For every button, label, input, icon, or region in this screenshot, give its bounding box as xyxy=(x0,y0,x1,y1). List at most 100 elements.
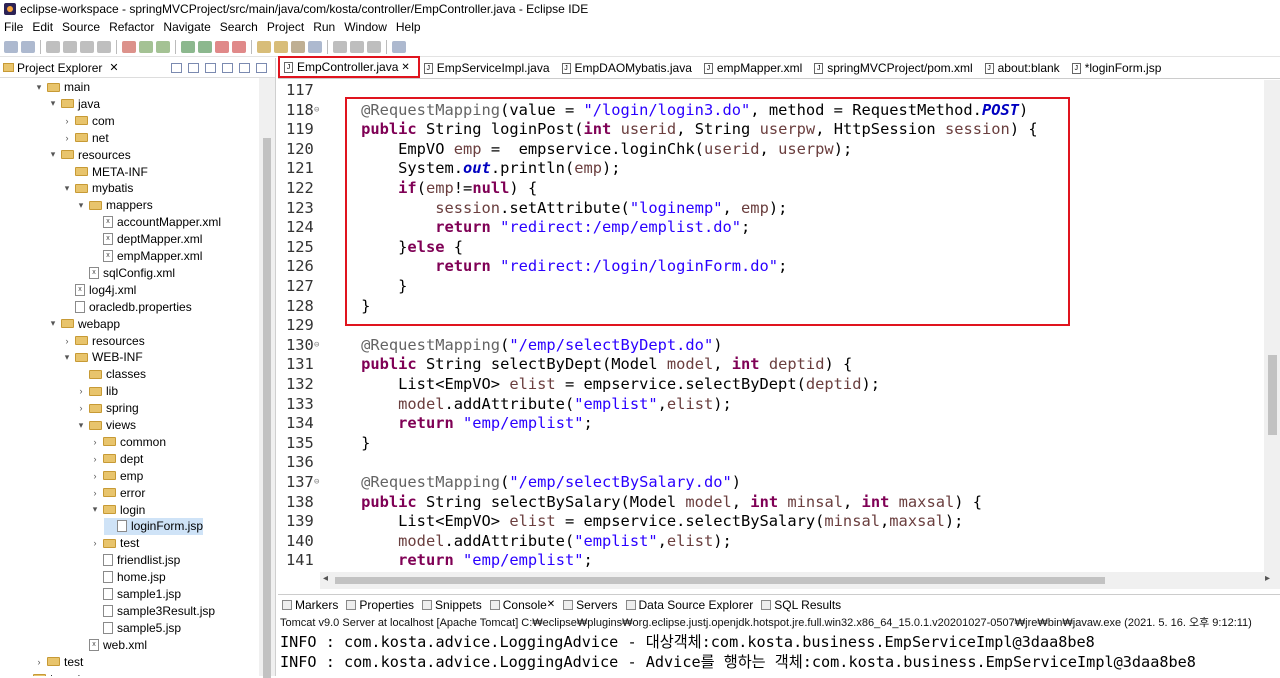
toolbar-button-icon[interactable] xyxy=(367,40,381,53)
toolbar-button-icon[interactable] xyxy=(350,40,364,53)
chevron-right-icon[interactable]: › xyxy=(62,336,72,346)
close-icon[interactable]: ✕ xyxy=(401,62,409,73)
code-line[interactable]: 125 }else { xyxy=(278,238,1280,258)
toolbar-button-icon[interactable] xyxy=(392,40,406,53)
toolbar-button-icon[interactable] xyxy=(232,40,246,53)
tree-item[interactable]: ▾ mappers xyxy=(76,197,153,214)
tree-item[interactable]: ▾ login xyxy=(90,501,146,518)
toolbar-button-icon[interactable] xyxy=(139,40,153,53)
editor-tab[interactable]: J EmpDAOMybatis.java xyxy=(558,58,700,78)
code-editor[interactable]: 117 118 ⊖ @RequestMapping(value = "/login/… xyxy=(278,80,1280,572)
maximize-icon[interactable] xyxy=(256,62,267,73)
chevron-down-icon[interactable]: ▾ xyxy=(48,98,58,109)
tree-item[interactable]: sample3Result.jsp xyxy=(90,602,215,619)
tree-item[interactable]: › lib xyxy=(76,383,119,400)
chevron-right-icon[interactable]: › xyxy=(90,437,100,447)
code-line[interactable]: 138 public String selectBySalary(Model m… xyxy=(278,493,1280,513)
menu-item-search[interactable]: Search xyxy=(220,20,258,34)
chevron-right-icon[interactable]: › xyxy=(34,657,44,667)
explorer-scrollbar[interactable] xyxy=(259,78,275,678)
toolbar-button-icon[interactable] xyxy=(156,40,170,53)
code-line[interactable]: 123 session.setAttribute("loginemp", emp… xyxy=(278,199,1280,219)
menu-item-navigate[interactable]: Navigate xyxy=(163,20,210,34)
chevron-down-icon[interactable]: ▾ xyxy=(48,318,58,329)
chevron-right-icon[interactable]: › xyxy=(76,403,86,413)
tree-item[interactable]: › dept xyxy=(90,450,144,467)
menu-item-help[interactable]: Help xyxy=(396,20,421,34)
tree-item[interactable]: ▾ WEB-INF xyxy=(62,349,143,366)
chevron-right-icon[interactable]: › xyxy=(90,538,100,548)
tree-item[interactable]: › resources xyxy=(62,332,145,349)
toolbar-button-icon[interactable] xyxy=(46,40,60,53)
editor-tab[interactable]: J *loginForm.jsp xyxy=(1068,58,1170,78)
chevron-down-icon[interactable]: ▾ xyxy=(76,200,86,211)
chevron-down-icon[interactable]: ▾ xyxy=(62,352,72,363)
tree-item[interactable]: ▾ main xyxy=(34,79,90,96)
tree-item[interactable]: ▾ resources xyxy=(48,146,131,163)
tree-item[interactable]: ›target xyxy=(20,670,81,676)
menu-item-edit[interactable]: Edit xyxy=(32,20,53,34)
close-icon[interactable]: ✕ xyxy=(547,599,555,610)
tree-item[interactable]: › net xyxy=(62,129,109,146)
tree-item[interactable]: sample5.jsp xyxy=(90,619,181,636)
console-tab-data-source-explorer[interactable]: Data Source Explorer xyxy=(625,598,753,612)
chevron-down-icon[interactable]: ▾ xyxy=(76,420,86,431)
code-line[interactable]: 124 return "redirect:/emp/emplist.do"; xyxy=(278,218,1280,238)
editor-scrollbar[interactable] xyxy=(1264,80,1280,572)
tree-item[interactable]: home.jsp xyxy=(90,569,166,586)
toolbar-button-icon[interactable] xyxy=(181,40,195,53)
toolbar-button-icon[interactable] xyxy=(198,40,212,53)
editor-tab[interactable]: J EmpController.java ✕ xyxy=(278,56,420,78)
tree-item[interactable]: sample1.jsp xyxy=(90,586,181,603)
minimize-icon[interactable] xyxy=(239,62,250,73)
menu-item-window[interactable]: Window xyxy=(344,20,387,34)
code-line[interactable]: 128 } xyxy=(278,297,1280,317)
scrollbar-thumb[interactable] xyxy=(1268,355,1277,435)
tree-item[interactable]: › common xyxy=(90,433,167,450)
editor-horizontal-scrollbar[interactable]: ◂ ▸ xyxy=(320,572,1280,589)
tree-item[interactable]: ▾ java xyxy=(48,95,100,112)
code-line[interactable]: 140 model.addAttribute("emplist",elist); xyxy=(278,532,1280,552)
chevron-down-icon[interactable]: ▾ xyxy=(48,149,58,160)
tree-item[interactable]: x sqlConfig.xml xyxy=(76,264,175,281)
code-line[interactable]: 127 } xyxy=(278,277,1280,297)
chevron-right-icon[interactable]: › xyxy=(62,116,72,126)
editor-tab[interactable]: JempMapper.xml xyxy=(700,58,810,78)
code-line[interactable]: 141 return "emp/emplist"; xyxy=(278,551,1280,571)
view-menu-icon[interactable] xyxy=(222,62,233,73)
code-line[interactable]: 136 xyxy=(278,453,1280,473)
chevron-right-icon[interactable]: › xyxy=(90,488,100,498)
code-line[interactable]: 130 ⊖ @RequestMapping("/emp/selectByDept.… xyxy=(278,336,1280,356)
code-line[interactable]: 118 ⊖ @RequestMapping(value = "/login/log… xyxy=(278,101,1280,121)
tree-item[interactable]: friendlist.jsp xyxy=(90,552,180,569)
fold-icon[interactable]: ⊖ xyxy=(314,473,319,493)
tree-item[interactable]: oracledb.properties xyxy=(62,298,192,315)
code-line[interactable]: 120 EmpVO emp = empservice.loginChk(user… xyxy=(278,140,1280,160)
code-line[interactable]: 117 xyxy=(278,81,1280,101)
console-tab-console[interactable]: Console ✕ xyxy=(489,598,555,612)
console-tab-properties[interactable]: Properties xyxy=(346,598,414,612)
scroll-left-icon[interactable]: ◂ xyxy=(323,573,328,584)
code-line[interactable]: 121 System.out.println(emp); xyxy=(278,159,1280,179)
link-editor-icon[interactable] xyxy=(188,62,199,73)
toolbar-button-icon[interactable] xyxy=(308,40,322,53)
code-line[interactable]: 126 return "redirect:/login/loginForm.do… xyxy=(278,257,1280,277)
menu-item-source[interactable]: Source xyxy=(62,20,100,34)
toolbar-button-icon[interactable] xyxy=(274,40,288,53)
tree-item[interactable]: › error xyxy=(90,484,146,501)
chevron-down-icon[interactable]: ▾ xyxy=(34,82,44,93)
project-explorer-title[interactable]: Project Explorer xyxy=(17,61,102,75)
code-line[interactable]: 129 xyxy=(278,316,1280,336)
chevron-right-icon[interactable]: › xyxy=(90,471,100,481)
tree-item[interactable]: ▾ webapp xyxy=(48,315,120,332)
tree-item[interactable]: x accountMapper.xml xyxy=(90,214,221,231)
tree-item[interactable]: › test xyxy=(90,535,140,552)
chevron-right-icon[interactable]: › xyxy=(62,133,72,143)
editor-tab[interactable]: Jabout:blank xyxy=(981,58,1068,78)
console-tab-markers[interactable]: Markers xyxy=(282,598,338,612)
editor-tab[interactable]: J EmpServiceImpl.java xyxy=(420,58,558,78)
code-line[interactable]: 134 return "emp/emplist"; xyxy=(278,414,1280,434)
code-line[interactable]: 122 if(emp!=null) { xyxy=(278,179,1280,199)
scrollbar-thumb[interactable] xyxy=(263,138,271,678)
tree-item[interactable]: META-INF xyxy=(62,163,148,180)
